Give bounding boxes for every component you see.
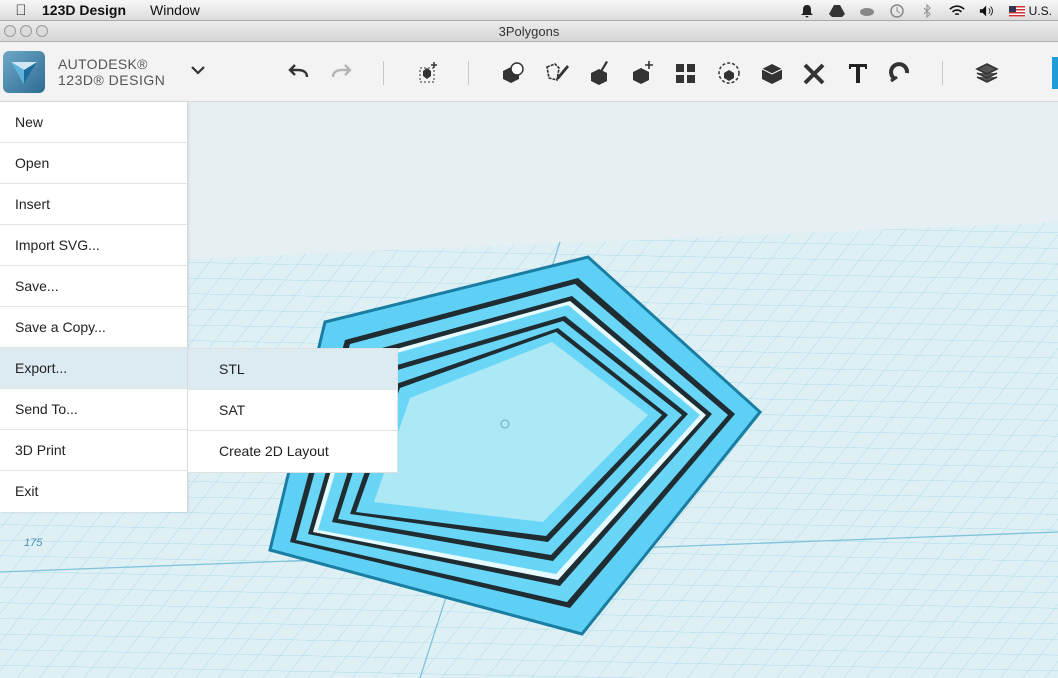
snap-icon[interactable] <box>887 59 915 87</box>
close-window-button[interactable] <box>4 25 16 37</box>
menu-item-save-copy[interactable]: Save a Copy... <box>0 307 187 348</box>
menu-item-import-svg[interactable]: Import SVG... <box>0 225 187 266</box>
brand-text[interactable]: AUTODESK® 123D® DESIGN <box>58 56 165 88</box>
group-icon[interactable] <box>715 59 743 87</box>
app-toolbar: AUTODESK® 123D® DESIGN <box>0 43 1058 102</box>
file-menu: New Open Insert Import SVG... Save... Sa… <box>0 102 188 512</box>
grid-measure-label: 175 <box>24 537 43 549</box>
submenu-item-sat[interactable]: SAT <box>188 390 397 431</box>
construct-icon[interactable] <box>586 59 614 87</box>
system-menubar:  123D Design Window U.S. <box>0 0 1058 21</box>
brand-line2: 123D® DESIGN <box>58 72 166 88</box>
volume-icon[interactable] <box>979 4 995 18</box>
minimize-window-button[interactable] <box>20 25 32 37</box>
app-logo-icon <box>11 62 37 84</box>
sketch-icon[interactable] <box>543 59 571 87</box>
window-menu[interactable]: Window <box>150 2 200 18</box>
transform-icon[interactable] <box>414 59 442 87</box>
apple-menu-icon[interactable]:  <box>0 2 42 19</box>
brand-line1: AUTODESK® <box>58 56 148 72</box>
toolbar-divider <box>942 61 943 85</box>
app-menu[interactable]: 123D Design <box>42 2 126 18</box>
notification-icon[interactable] <box>799 4 815 18</box>
time-machine-icon[interactable] <box>889 3 905 18</box>
combine-icon[interactable] <box>758 59 786 87</box>
menu-item-insert[interactable]: Insert <box>0 184 187 225</box>
undo-icon[interactable] <box>285 59 313 87</box>
text-icon[interactable] <box>844 59 872 87</box>
export-submenu: STL SAT Create 2D Layout <box>188 348 398 473</box>
input-source[interactable]: U.S. <box>1009 4 1052 18</box>
menu-item-new[interactable]: New <box>0 102 187 143</box>
status-tray: U.S. <box>799 0 1052 21</box>
menu-item-save[interactable]: Save... <box>0 266 187 307</box>
cloud-icon[interactable] <box>859 4 875 18</box>
chevron-down-icon[interactable] <box>190 63 206 77</box>
us-flag-icon <box>1009 5 1026 17</box>
toolbar-divider <box>468 61 469 85</box>
redo-icon[interactable] <box>327 59 355 87</box>
menu-item-send-to[interactable]: Send To... <box>0 389 187 430</box>
menu-item-exit[interactable]: Exit <box>0 471 187 512</box>
bluetooth-icon[interactable] <box>919 3 935 18</box>
window-controls <box>4 25 48 37</box>
drive-icon[interactable] <box>829 4 846 18</box>
modify-icon[interactable] <box>629 59 657 87</box>
submenu-item-stl[interactable]: STL <box>188 349 397 390</box>
measure-icon[interactable] <box>801 59 829 87</box>
primitives-icon[interactable] <box>499 59 527 87</box>
menu-item-open[interactable]: Open <box>0 143 187 184</box>
submenu-item-2d-layout[interactable]: Create 2D Layout <box>188 431 397 472</box>
pattern-icon[interactable] <box>672 59 700 87</box>
accent-tab[interactable] <box>1052 57 1058 89</box>
zoom-window-button[interactable] <box>36 25 48 37</box>
toolbar-divider <box>383 61 384 85</box>
window-titlebar: 3Polygons <box>0 21 1058 42</box>
menu-item-3d-print[interactable]: 3D Print <box>0 430 187 471</box>
menu-item-export[interactable]: Export... <box>0 348 187 389</box>
input-source-label: U.S. <box>1028 3 1052 18</box>
window-title: 3Polygons <box>498 24 560 39</box>
app-logo-button[interactable] <box>3 51 45 93</box>
materials-icon[interactable] <box>973 59 1001 87</box>
wifi-icon[interactable] <box>949 4 966 18</box>
